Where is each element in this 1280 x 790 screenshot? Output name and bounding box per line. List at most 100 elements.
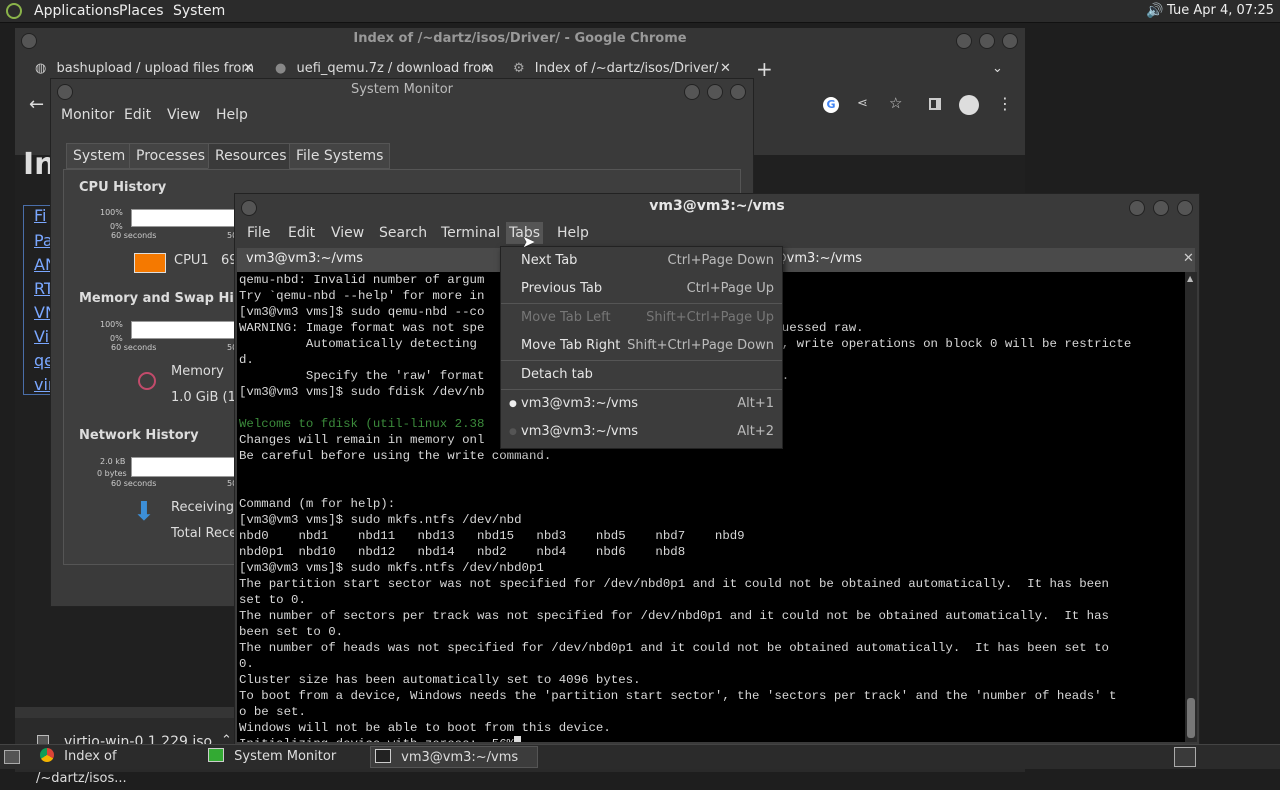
menu-item-next-tab[interactable]: Next Tab Ctrl+Page Down — [501, 247, 782, 275]
clock[interactable]: Tue Apr 4, 07:25 — [1167, 0, 1274, 22]
terminal-line: nbd0p1 nbd10 nbd12 nbd14 nbd2 nbd4 nbd6 … — [239, 545, 686, 559]
terminal-icon — [375, 749, 391, 763]
sidepanel-icon[interactable] — [929, 98, 941, 110]
terminal-menu-help[interactable]: Help — [557, 222, 589, 244]
distro-logo-icon[interactable] — [6, 3, 22, 19]
system-menu[interactable]: System — [173, 0, 225, 22]
terminal-line: Welcome to fdisk (util-linux 2.38 — [239, 417, 485, 431]
tab-file-systems[interactable]: File Systems — [289, 143, 391, 169]
scrollbar-thumb[interactable] — [1187, 698, 1195, 738]
applications-menu[interactable]: Applications — [34, 0, 120, 22]
menu-item-shortcut: Alt+2 — [737, 424, 774, 439]
places-menu[interactable]: Places — [119, 0, 164, 22]
terminal-line: [vm3@vm3 vms]$ sudo mkfs.ntfs /dev/nbd0p… — [239, 561, 544, 575]
chrome-maximize-button[interactable] — [979, 33, 995, 49]
link-item[interactable]: Vi — [34, 327, 49, 346]
terminal-menu-terminal[interactable]: Terminal — [441, 222, 500, 244]
terminal-line: set to 0. — [239, 593, 306, 607]
radio-unselected-icon: ● — [509, 427, 517, 437]
link-list: Fi Pa AN RT VN Vi qe vir — [23, 205, 57, 395]
sysmon-menu-monitor[interactable]: Monitor — [61, 107, 114, 123]
taskbar-item-terminal[interactable]: vm3@vm3:~/vms — [370, 746, 538, 768]
sysmon-minimize-button[interactable] — [684, 84, 700, 100]
scroll-up-icon[interactable]: ▲ — [1187, 274, 1193, 283]
terminal-menu-search[interactable]: Search — [379, 222, 427, 244]
menu-item-label: Detach tab — [521, 367, 593, 382]
terminal-line: been set to 0. — [239, 625, 344, 639]
tab-resources[interactable]: Resources — [208, 143, 294, 169]
sysmon-menu-view[interactable]: View — [167, 107, 200, 123]
kebab-menu-icon[interactable]: ⋮ — [997, 94, 1013, 113]
star-icon[interactable]: ☆ — [889, 94, 902, 112]
menu-item-detach-tab[interactable]: Detach tab — [501, 361, 782, 389]
close-icon[interactable]: ✕ — [1183, 248, 1194, 270]
tabs-dropdown-menu: Next Tab Ctrl+Page Down Previous Tab Ctr… — [500, 246, 783, 449]
share-icon[interactable]: ⋖ — [857, 96, 868, 111]
google-icon[interactable]: G — [823, 97, 839, 113]
terminal-scrollbar[interactable]: ▲ — [1185, 272, 1197, 742]
menu-item-label: Move Tab Right — [521, 338, 621, 353]
radio-selected-icon: ● — [509, 399, 517, 409]
terminal-menu-edit[interactable]: Edit — [288, 222, 315, 244]
menu-item-tab-1[interactable]: ● vm3@vm3:~/vms Alt+1 — [501, 390, 782, 418]
chrome-tab-1-label: bashupload / upload files from — [56, 61, 254, 76]
chrome-minimize-button[interactable] — [956, 33, 972, 49]
memory-pie-icon[interactable] — [138, 372, 156, 390]
sysmon-menu-edit[interactable]: Edit — [124, 107, 151, 123]
terminal-line: Changes will remain in memory onl — [239, 433, 485, 447]
terminal-tab-1[interactable]: vm3@vm3:~/vms — [246, 248, 363, 270]
system-monitor-icon — [208, 748, 224, 762]
chrome-title: Index of /~dartz/isos/Driver/ - Google C… — [353, 31, 687, 46]
sysmon-menu-help[interactable]: Help — [216, 107, 248, 123]
chrome-tab-2-label: uefi_qemu.7z / download from — [296, 61, 494, 76]
total-received-label: Total Recei — [171, 526, 241, 541]
chrome-close-left-button[interactable] — [21, 33, 37, 49]
terminal-menu-file[interactable]: File — [247, 222, 270, 244]
tab-processes[interactable]: Processes — [129, 143, 213, 169]
show-desktop-icon[interactable] — [4, 750, 20, 764]
workspace-switcher-icon[interactable] — [1174, 747, 1196, 767]
sysmon-menu-button[interactable] — [57, 84, 73, 100]
mem-y-bottom: 0% — [110, 334, 123, 343]
cpu1-color-swatch[interactable] — [134, 253, 166, 273]
mem-y-top: 100% — [100, 320, 123, 329]
top-panel: Applications Places System 🔊 Tue Apr 4, … — [0, 0, 1280, 23]
download-arrow-icon[interactable]: ⬇ — [133, 499, 155, 525]
taskbar-item-chrome[interactable]: Index of /~dartz/isos... — [36, 746, 204, 786]
sysmon-maximize-button[interactable] — [707, 84, 723, 100]
terminal-line: The number of sectors per track was not … — [239, 609, 1109, 623]
volume-icon[interactable]: 🔊 — [1146, 3, 1163, 19]
chrome-close-button[interactable] — [1002, 33, 1018, 49]
terminal-menu-button[interactable] — [241, 200, 257, 216]
avatar[interactable] — [959, 95, 979, 115]
net-y-bottom: 0 bytes — [97, 469, 127, 478]
tab-system[interactable]: System — [66, 143, 133, 169]
cpu-y-bottom: 0% — [110, 222, 123, 231]
chevron-down-icon[interactable]: ⌄ — [992, 61, 1003, 76]
terminal-maximize-button[interactable] — [1153, 200, 1169, 216]
terminal-menu-view[interactable]: View — [331, 222, 364, 244]
menu-item-shortcut: Ctrl+Page Up — [686, 281, 774, 296]
terminal-line: To boot from a device, Windows needs the… — [239, 689, 1117, 703]
network-graph — [131, 457, 243, 477]
net-x-label: 60 seconds — [111, 479, 157, 488]
sysmon-close-button[interactable] — [730, 84, 746, 100]
menu-item-previous-tab[interactable]: Previous Tab Ctrl+Page Up — [501, 275, 782, 303]
back-arrow-icon[interactable]: ← — [29, 94, 44, 115]
link-item[interactable]: Fi — [34, 206, 46, 225]
memory-graph — [131, 321, 243, 339]
terminal-minimize-button[interactable] — [1129, 200, 1145, 216]
terminal-close-button[interactable] — [1177, 200, 1193, 216]
terminal-line: The number of heads was not specified fo… — [239, 641, 1109, 655]
sysmon-title: System Monitor — [350, 82, 454, 97]
terminal-line: Try `qemu-nbd --help' for more in — [239, 289, 485, 303]
menu-item-move-tab-right[interactable]: Move Tab Right Shift+Ctrl+Page Down — [501, 332, 782, 360]
terminal-line: Command (m for help): — [239, 497, 396, 511]
terminal-line: qemu-nbd: Invalid number of argum — [239, 273, 485, 287]
new-tab-icon[interactable]: + — [756, 56, 773, 82]
mem-x-label: 60 seconds — [111, 343, 157, 352]
menu-item-label: Move Tab Left — [521, 310, 611, 325]
taskbar-item-system-monitor[interactable]: System Monitor — [204, 746, 370, 768]
menu-item-tab-2[interactable]: ● vm3@vm3:~/vms Alt+2 — [501, 418, 782, 446]
net-y-top: 2.0 kB — [100, 457, 126, 466]
